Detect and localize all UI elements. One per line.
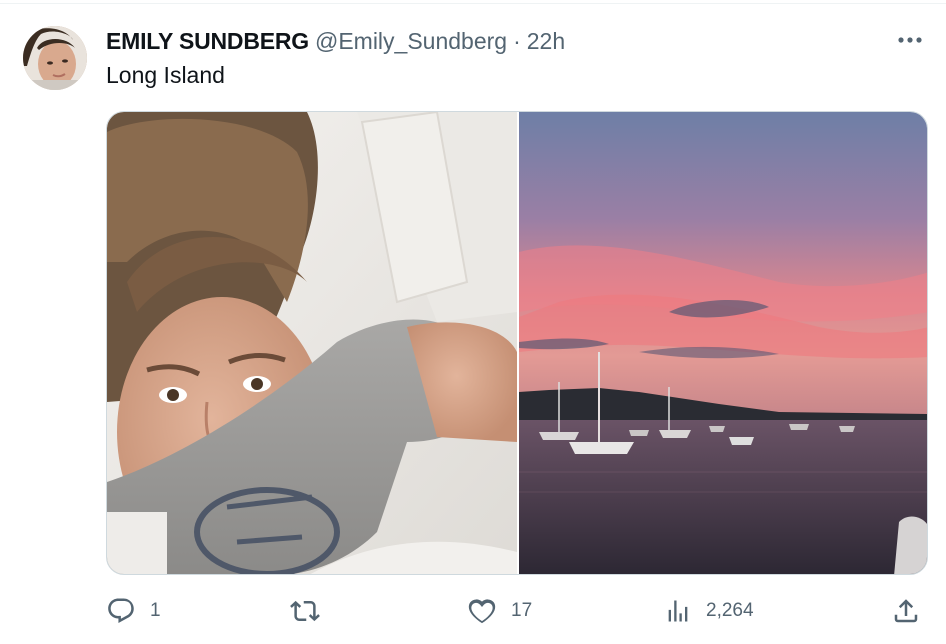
- media-photo-2[interactable]: [519, 112, 927, 574]
- sunset-harbor-photo-icon: [519, 112, 927, 574]
- like-button[interactable]: 17: [467, 596, 532, 626]
- media-photo-1[interactable]: [107, 112, 517, 574]
- tweet-text: Long Island: [106, 62, 225, 88]
- divider: [0, 3, 946, 4]
- selfie-photo-icon: [107, 112, 517, 574]
- like-count: 17: [511, 600, 533, 621]
- reply-count: 1: [150, 600, 161, 621]
- reply-button[interactable]: 1: [106, 596, 161, 626]
- tweet-header: EMILY SUNDBERG @Emily_Sundberg · 22h: [106, 27, 565, 55]
- share-icon: [894, 599, 918, 623]
- timestamp[interactable]: 22h: [527, 28, 565, 55]
- heart-icon: [468, 599, 496, 624]
- retweet-icon: [290, 600, 320, 622]
- views-button[interactable]: 2,264: [664, 596, 754, 626]
- avatar[interactable]: [23, 26, 87, 90]
- tweet: EMILY SUNDBERG @Emily_Sundberg · 22h Lon…: [0, 0, 946, 644]
- views-icon: [668, 600, 688, 622]
- separator-dot: ·: [513, 27, 521, 54]
- user-handle[interactable]: @Emily_Sundberg: [315, 28, 507, 55]
- avatar-photo-icon: [23, 26, 87, 90]
- action-bar: 1 17 2,264: [106, 596, 928, 626]
- more-options-button[interactable]: [895, 30, 925, 50]
- reply-icon: [108, 598, 134, 624]
- display-name[interactable]: EMILY SUNDBERG: [106, 28, 309, 55]
- view-count: 2,264: [706, 600, 754, 621]
- retweet-button[interactable]: [289, 596, 335, 626]
- share-button[interactable]: [891, 596, 921, 626]
- media-grid: [106, 111, 928, 575]
- more-icon: [898, 37, 922, 43]
